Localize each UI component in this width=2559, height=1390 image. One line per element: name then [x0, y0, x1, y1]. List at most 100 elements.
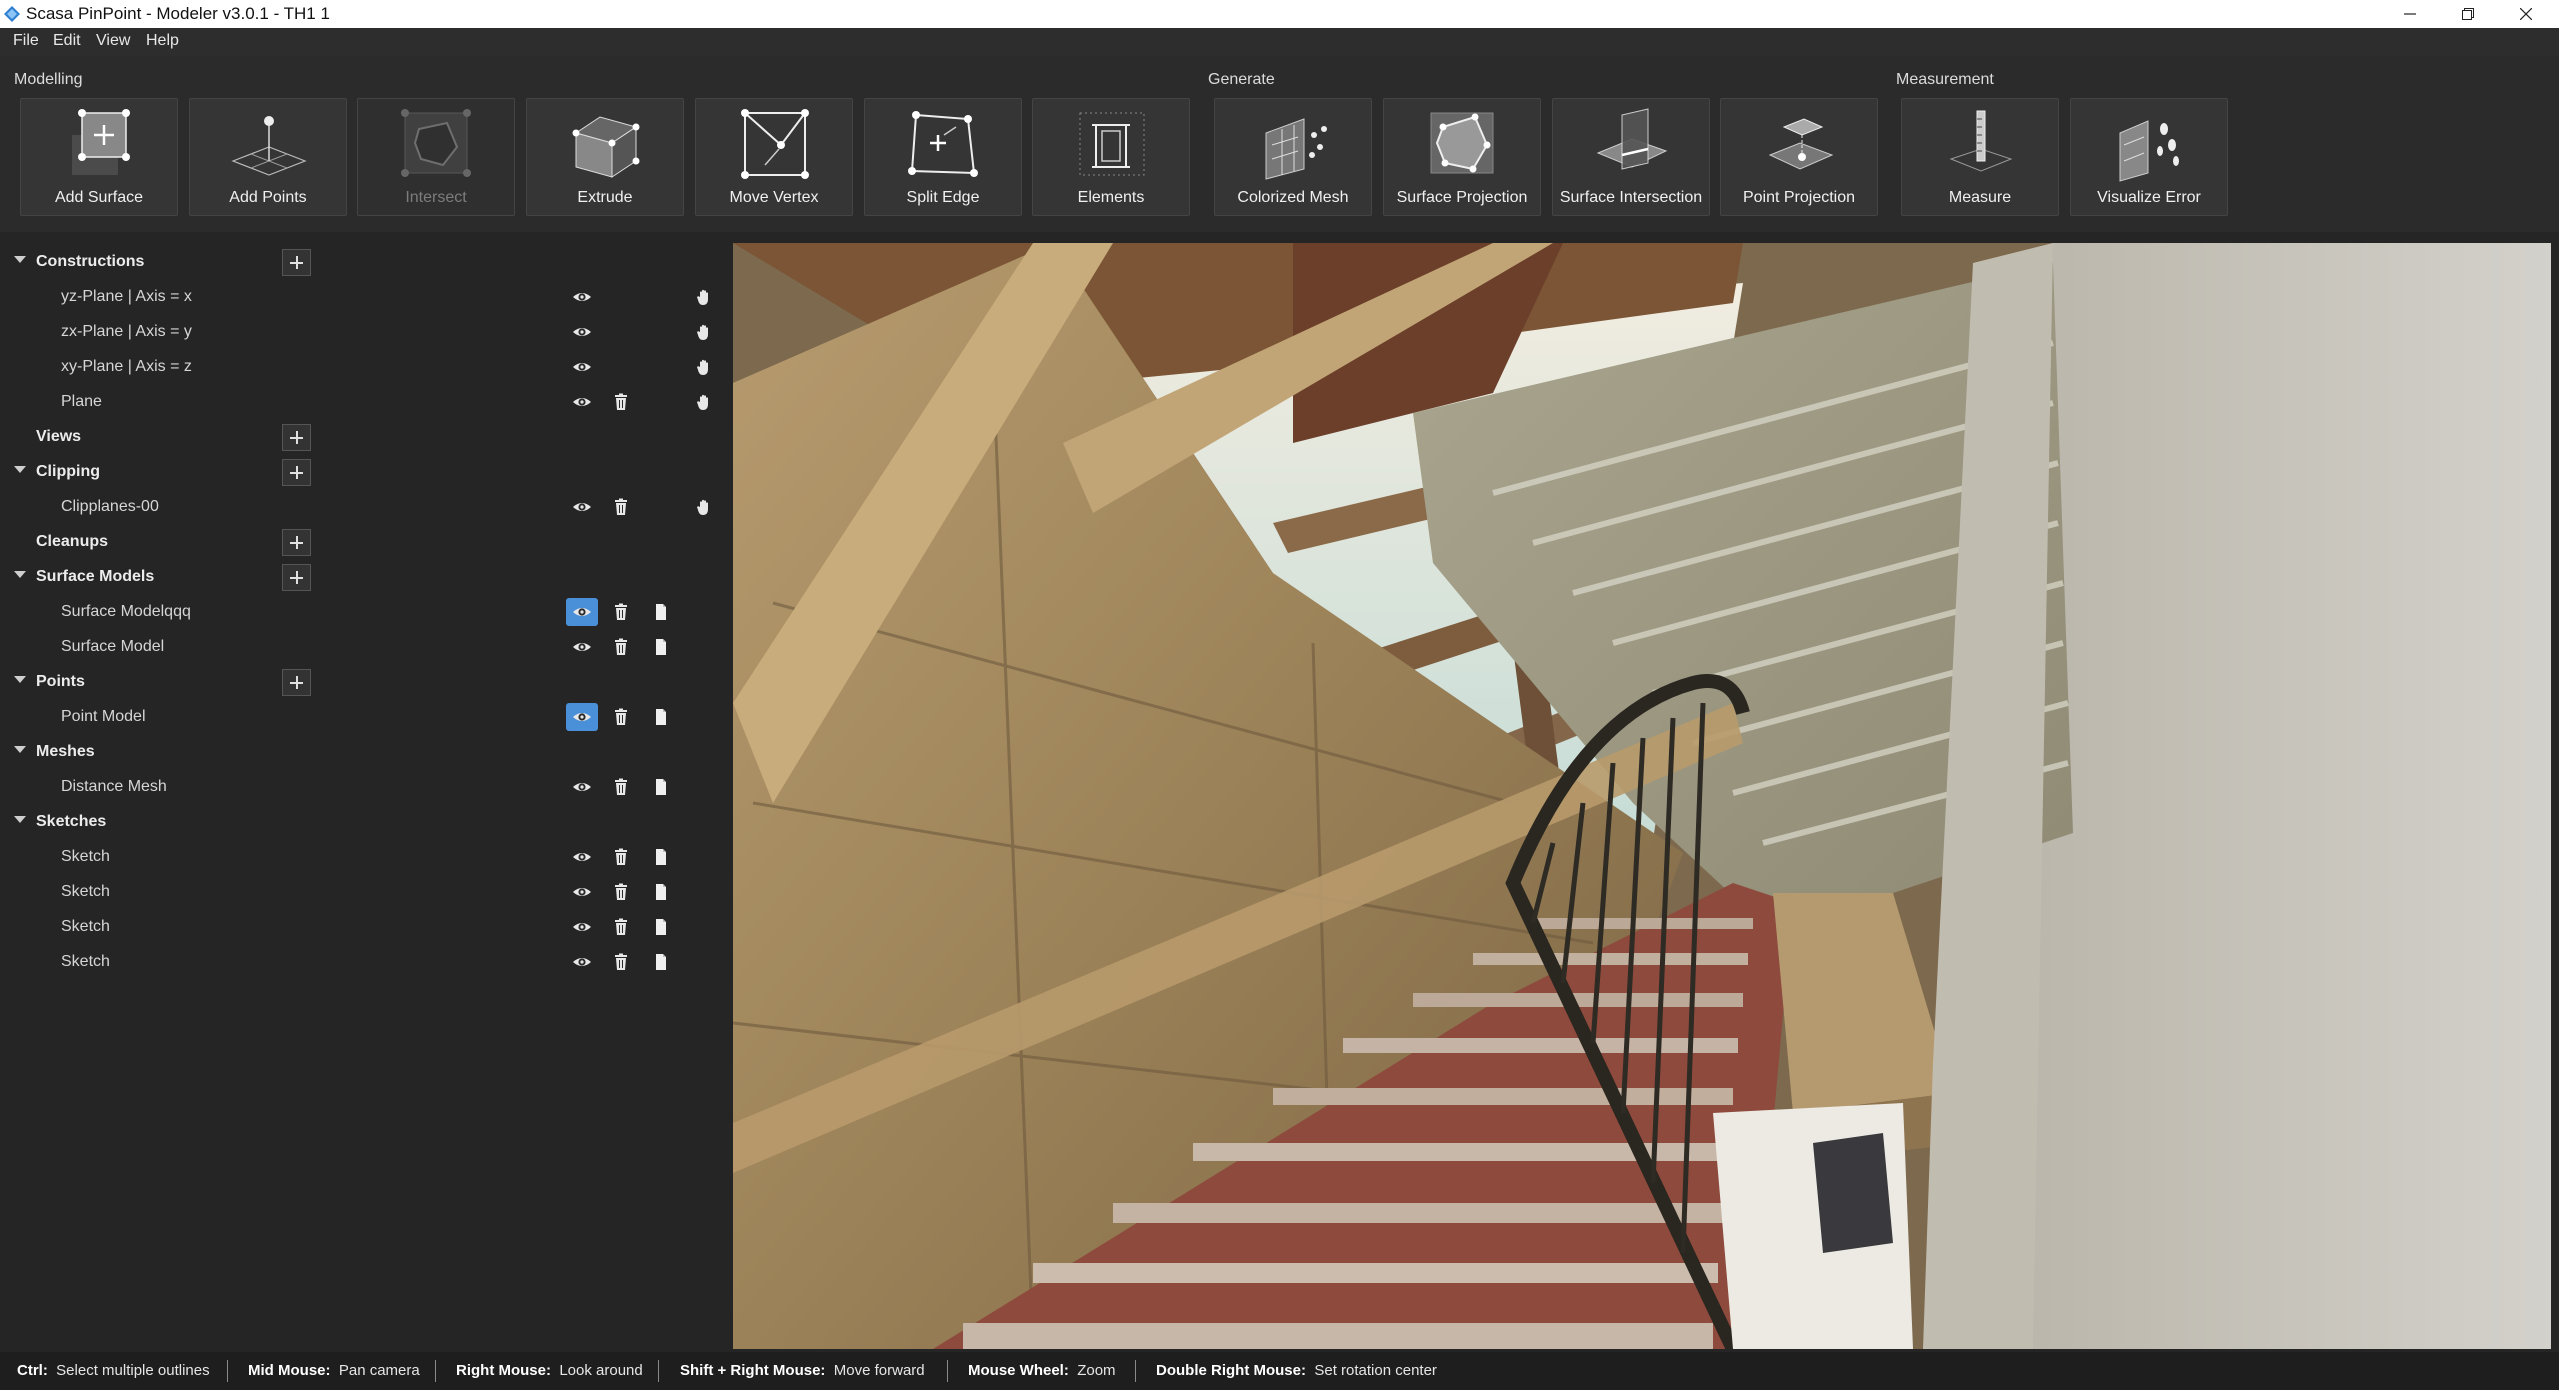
visibility-toggle[interactable] — [566, 913, 598, 941]
intersect-button[interactable]: Intersect — [357, 98, 515, 216]
tree-header-clipping[interactable]: Clipping — [0, 455, 733, 490]
split-edge-button[interactable]: Split Edge — [864, 98, 1022, 216]
export-button[interactable] — [645, 703, 677, 731]
delete-button[interactable] — [605, 633, 637, 661]
visibility-toggle[interactable] — [566, 388, 598, 416]
point-projection-label: Point Projection — [1742, 189, 1856, 206]
eye-icon — [572, 288, 592, 306]
delete-button[interactable] — [605, 913, 637, 941]
move-vertex-button[interactable]: Move Vertex — [695, 98, 853, 216]
grab-handle[interactable] — [688, 318, 720, 346]
visibility-toggle-active[interactable] — [566, 598, 598, 626]
surface-intersection-button[interactable]: Surface Intersection — [1552, 98, 1710, 216]
close-button[interactable] — [2498, 0, 2554, 28]
visibility-toggle[interactable] — [566, 878, 598, 906]
point-projection-button[interactable]: Point Projection — [1720, 98, 1878, 216]
add-point-model-button[interactable] — [282, 669, 311, 696]
collapse-caret-icon[interactable] — [14, 746, 26, 753]
delete-button[interactable] — [605, 493, 637, 521]
3d-viewport[interactable] — [733, 243, 2551, 1349]
menu-view[interactable]: View — [96, 32, 130, 50]
tree-item-point-model[interactable]: Point Model — [0, 700, 733, 735]
tree-item-sketch[interactable]: Sketch — [0, 945, 733, 980]
visibility-toggle[interactable] — [566, 773, 598, 801]
extrude-button[interactable]: Extrude — [526, 98, 684, 216]
visibility-toggle[interactable] — [566, 318, 598, 346]
intersect-label: Intersect — [405, 189, 467, 206]
tree-header-meshes[interactable]: Meshes — [0, 735, 733, 770]
add-surface-model-button[interactable] — [282, 564, 311, 591]
tree-item-yz-plane[interactable]: yz-Plane | Axis = x — [0, 280, 733, 315]
elements-button[interactable]: Elements — [1032, 98, 1190, 216]
export-button[interactable] — [645, 948, 677, 976]
delete-button[interactable] — [605, 878, 637, 906]
export-button[interactable] — [645, 843, 677, 871]
maximize-button[interactable] — [2440, 0, 2496, 28]
visibility-toggle[interactable] — [566, 353, 598, 381]
menu-file[interactable]: File — [13, 32, 39, 50]
delete-button[interactable] — [605, 843, 637, 871]
tree-header-surface-models[interactable]: Surface Models — [0, 560, 733, 595]
export-button[interactable] — [645, 878, 677, 906]
add-clipping-button[interactable] — [282, 459, 311, 486]
surface-projection-button[interactable]: Surface Projection — [1383, 98, 1541, 216]
add-construction-button[interactable] — [282, 249, 311, 276]
add-view-button[interactable] — [282, 424, 311, 451]
grab-handle[interactable] — [688, 353, 720, 381]
tree-item-sketch[interactable]: Sketch — [0, 875, 733, 910]
collapse-caret-icon[interactable] — [14, 816, 26, 823]
add-points-button[interactable]: Add Points — [189, 98, 347, 216]
tree-item-xy-plane[interactable]: xy-Plane | Axis = z — [0, 350, 733, 385]
collapse-caret-icon[interactable] — [14, 466, 26, 473]
tree-item-zx-plane[interactable]: zx-Plane | Axis = y — [0, 315, 733, 350]
tree-header-cleanups[interactable]: Cleanups — [0, 525, 733, 560]
tree-header-sketches[interactable]: Sketches — [0, 805, 733, 840]
visualize-error-button[interactable]: Visualize Error — [2070, 98, 2228, 216]
visibility-toggle[interactable] — [566, 493, 598, 521]
export-button[interactable] — [645, 633, 677, 661]
export-button[interactable] — [645, 598, 677, 626]
menu-help[interactable]: Help — [146, 32, 179, 50]
tree-item-plane[interactable]: Plane — [0, 385, 733, 420]
visibility-toggle-active[interactable] — [566, 703, 598, 731]
tree-item-surface-model[interactable]: Surface Model — [0, 630, 733, 665]
measure-icon — [1949, 110, 2013, 172]
hint-double-right-mouse: Double Right Mouse: Set rotation center — [1156, 1362, 1437, 1379]
hint-shift-right-mouse: Shift + Right Mouse: Move forward — [680, 1362, 925, 1379]
measure-button[interactable]: Measure — [1901, 98, 2059, 216]
delete-button[interactable] — [605, 703, 637, 731]
visibility-toggle[interactable] — [566, 843, 598, 871]
tree-item-sketch[interactable]: Sketch — [0, 910, 733, 945]
tree-item-sketch[interactable]: Sketch — [0, 840, 733, 875]
visibility-toggle[interactable] — [566, 283, 598, 311]
visibility-toggle[interactable] — [566, 633, 598, 661]
delete-button[interactable] — [605, 773, 637, 801]
tree-item-distance-mesh[interactable]: Distance Mesh — [0, 770, 733, 805]
tree-header-points[interactable]: Points — [0, 665, 733, 700]
delete-button[interactable] — [605, 388, 637, 416]
grab-handle[interactable] — [688, 283, 720, 311]
visibility-toggle[interactable] — [566, 948, 598, 976]
grab-handle[interactable] — [688, 388, 720, 416]
collapse-caret-icon[interactable] — [14, 256, 26, 263]
delete-button[interactable] — [605, 598, 637, 626]
tree-header-constructions[interactable]: Constructions — [0, 245, 733, 280]
menu-edit[interactable]: Edit — [53, 32, 81, 50]
add-cleanup-button[interactable] — [282, 529, 311, 556]
visualize-error-label: Visualize Error — [2097, 189, 2201, 206]
tree-header-views[interactable]: Views — [0, 420, 733, 455]
tree-item-surface-modelqqq[interactable]: Surface Modelqqq — [0, 595, 733, 630]
tree-item-clipplanes[interactable]: Clipplanes-00 — [0, 490, 733, 525]
delete-button[interactable] — [605, 948, 637, 976]
export-button[interactable] — [645, 773, 677, 801]
tree-item-label: Sketch — [61, 918, 110, 935]
tree-header-label: Constructions — [36, 253, 145, 270]
add-surface-button[interactable]: Add Surface — [20, 98, 178, 216]
file-icon — [651, 918, 671, 936]
minimize-button[interactable] — [2382, 0, 2438, 28]
collapse-caret-icon[interactable] — [14, 676, 26, 683]
grab-handle[interactable] — [688, 493, 720, 521]
colorized-mesh-button[interactable]: Colorized Mesh — [1214, 98, 1372, 216]
export-button[interactable] — [645, 913, 677, 941]
collapse-caret-icon[interactable] — [14, 571, 26, 578]
